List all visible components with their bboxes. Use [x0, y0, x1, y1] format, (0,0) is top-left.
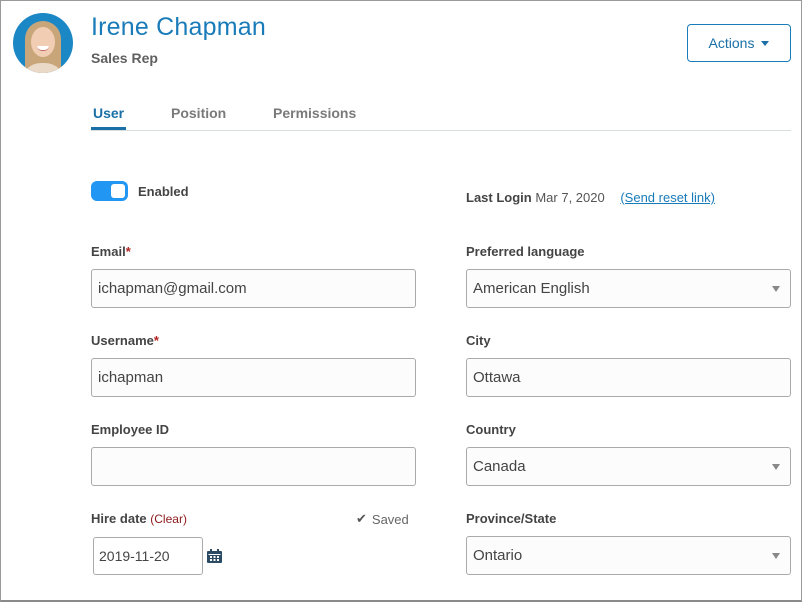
tab-user[interactable]: User	[90, 105, 127, 130]
enabled-label: Enabled	[138, 184, 189, 199]
user-profile-window: Irene Chapman Sales Rep Actions User Pos…	[0, 0, 802, 602]
calendar-icon[interactable]	[207, 549, 222, 563]
saved-label: Saved	[371, 511, 409, 527]
city-field[interactable]: Ottawa	[466, 358, 791, 397]
saved-indicator: ✔ Saved	[356, 511, 409, 527]
last-login-label: Last Login	[466, 190, 532, 205]
email-field[interactable]: ichapman@gmail.com	[91, 269, 416, 308]
email-value: ichapman@gmail.com	[98, 280, 247, 297]
email-label-text: Email	[91, 244, 126, 259]
username-label-text: Username	[91, 333, 154, 348]
caret-down-icon	[761, 40, 770, 46]
required-mark: *	[125, 244, 131, 259]
tab-bar: User Position Permissions	[90, 99, 791, 131]
dropdown-arrow-icon	[772, 553, 780, 559]
employee-id-field[interactable]	[91, 447, 416, 486]
city-value: Ottawa	[473, 369, 521, 386]
username-label: Username*	[91, 333, 159, 348]
dropdown-arrow-icon	[772, 286, 780, 292]
country-value: Canada	[473, 458, 526, 475]
employee-id-label: Employee ID	[91, 422, 170, 437]
province-state-select[interactable]: Ontario	[466, 536, 791, 575]
clear-hire-date-link[interactable]: (Clear)	[150, 512, 187, 526]
province-state-value: Ontario	[473, 547, 523, 564]
actions-label: Actions	[708, 35, 755, 51]
username-field[interactable]: ichapman	[91, 358, 416, 397]
last-login: Last Login Mar 7, 2020 (Send reset link)	[466, 190, 715, 205]
hire-date-label-text: Hire date	[91, 511, 147, 526]
actions-button[interactable]: Actions	[687, 24, 791, 62]
checkmark-icon: ✔	[356, 511, 367, 526]
country-select[interactable]: Canada	[466, 447, 791, 486]
preferred-language-label: Preferred language	[466, 244, 585, 259]
user-role: Sales Rep	[91, 50, 158, 66]
required-mark: *	[153, 333, 159, 348]
hire-date-field[interactable]: 2019-11-20	[93, 537, 203, 575]
tab-position[interactable]: Position	[171, 105, 226, 121]
city-label: City	[466, 333, 491, 348]
avatar-face	[31, 27, 55, 57]
dropdown-arrow-icon	[772, 464, 780, 470]
avatar	[13, 13, 73, 73]
toggle-knob	[111, 184, 125, 198]
enabled-toggle[interactable]	[91, 181, 128, 201]
hire-date-label: Hire date (Clear)	[91, 511, 187, 526]
last-login-value: Mar 7, 2020	[535, 190, 605, 205]
province-state-label: Province/State	[466, 511, 557, 526]
preferred-language-value: American English	[473, 280, 590, 297]
send-reset-link[interactable]: (Send reset link)	[620, 190, 715, 205]
hire-date-value: 2019-11-20	[99, 548, 170, 564]
country-label: Country	[466, 422, 516, 437]
tab-permissions[interactable]: Permissions	[273, 105, 356, 121]
email-label: Email*	[91, 244, 131, 259]
user-name: Irene Chapman	[91, 13, 266, 41]
username-value: ichapman	[98, 369, 164, 386]
preferred-language-select[interactable]: American English	[466, 269, 791, 308]
